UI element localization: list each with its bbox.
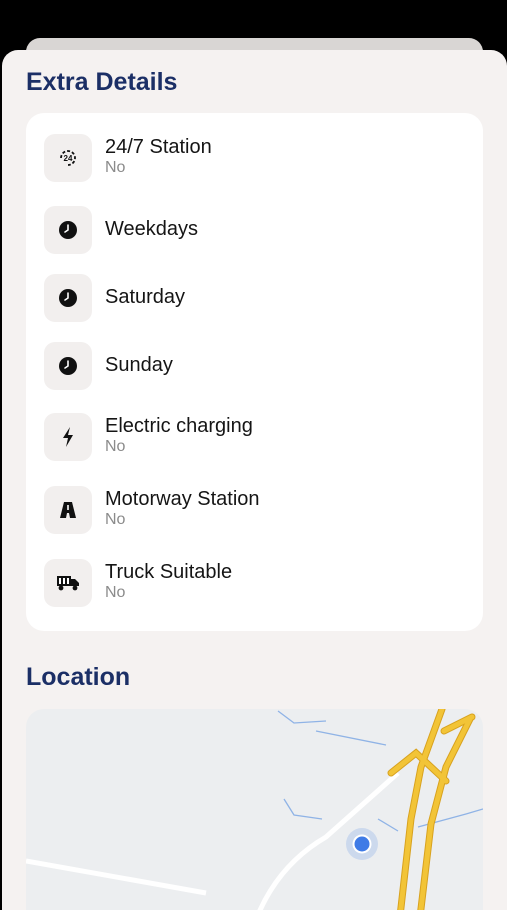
detail-label: Sunday [105, 354, 173, 376]
location-dot-icon [346, 828, 378, 860]
detail-row-saturday: Saturday [44, 274, 465, 324]
svg-text:24: 24 [64, 154, 73, 163]
detail-row-electric-charging: Electric charging No [44, 413, 465, 463]
clock-icon [44, 206, 92, 254]
motorway-icon [44, 486, 92, 534]
detail-row-truck-suitable: Truck Suitable No [44, 559, 465, 609]
detail-label: Motorway Station [105, 488, 260, 510]
detail-row-24-7-station: 24 24/7 Station No [44, 134, 465, 184]
detail-row-weekdays: Weekdays [44, 206, 465, 256]
clock-icon [44, 342, 92, 390]
location-title: Location [26, 663, 131, 691]
detail-label: 24/7 Station [105, 136, 212, 158]
detail-label: Truck Suitable [105, 561, 233, 583]
detail-value: No [105, 584, 126, 601]
detail-value: No [105, 438, 126, 455]
detail-value: No [105, 159, 126, 176]
lightning-icon [44, 413, 92, 461]
detail-value: No [105, 511, 126, 528]
location-map[interactable] [26, 709, 483, 910]
detail-label: Electric charging [105, 415, 253, 437]
detail-label: Weekdays [105, 218, 199, 240]
extra-details-title: Extra Details [26, 68, 178, 96]
detail-row-motorway-station: Motorway Station No [44, 486, 465, 536]
extra-details-card: 24 24/7 Station No Weekdays Saturday Sun… [26, 113, 483, 631]
detail-row-sunday: Sunday [44, 342, 465, 392]
24-7-icon: 24 [44, 134, 92, 182]
detail-label: Saturday [105, 286, 186, 308]
station-details-sheet[interactable]: Extra Details 24 24/7 Station No Weekday… [2, 50, 507, 910]
truck-icon [44, 559, 92, 607]
clock-icon [44, 274, 92, 322]
